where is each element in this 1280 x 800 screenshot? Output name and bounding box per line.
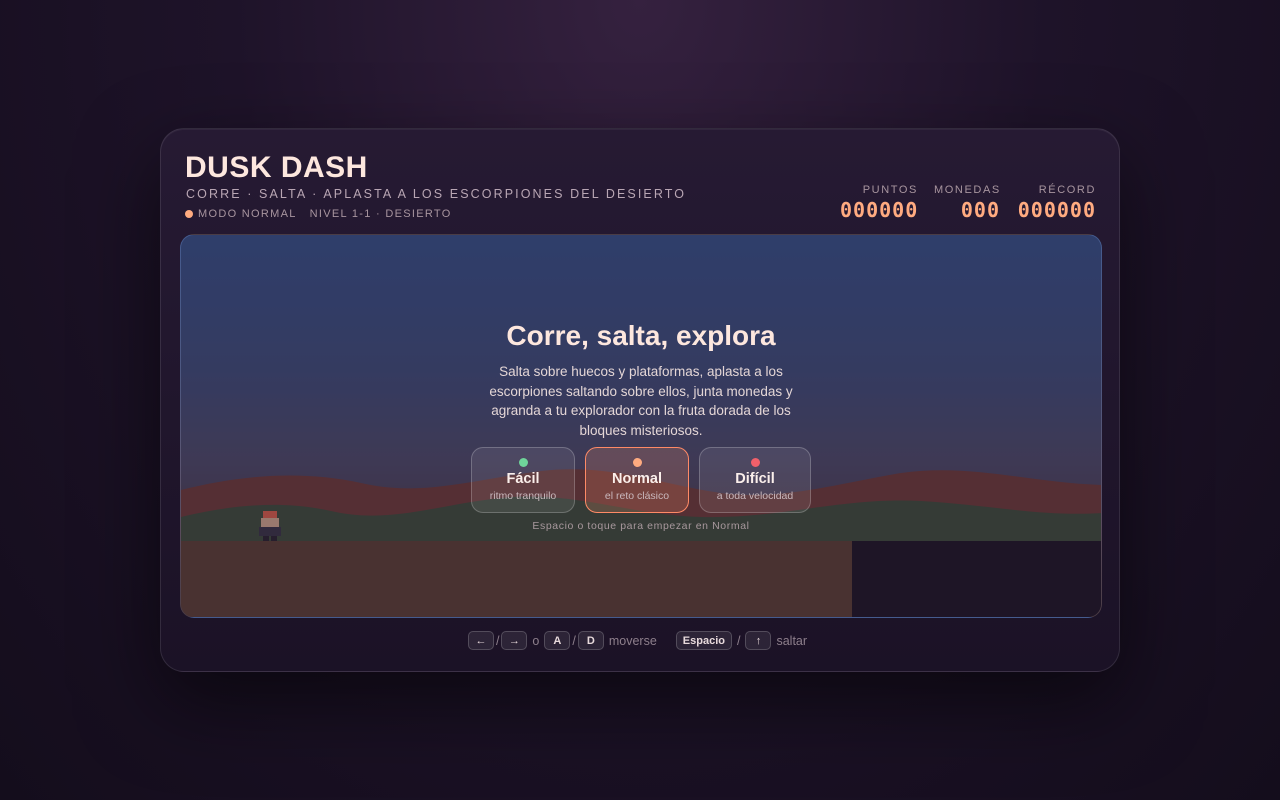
difficulty-easy-button[interactable]: Fácil ritmo tranquilo (471, 447, 575, 513)
hard-name: Difícil (735, 471, 775, 487)
level-label: NIVEL 1-1 · DESIERTO (309, 208, 452, 220)
game-card: DUSK DASH CORRE · SALTA · APLASTA A LOS … (160, 128, 1120, 672)
jump-label: saltar (776, 633, 808, 648)
record-label: RÉCORD (1038, 184, 1096, 196)
menu-headline: Corre, salta, explora (506, 320, 776, 351)
hard-dot-icon (750, 458, 760, 467)
game-subtitle: CORRE · SALTA · APLASTA A LOS ESCORPIONE… (186, 187, 687, 201)
record-stat: RÉCORD 000000 (1016, 184, 1096, 222)
normal-dot-icon (632, 458, 642, 467)
normal-name: Normal (612, 471, 662, 487)
mode-label: MODO NORMAL (198, 208, 297, 220)
easy-dot-icon (518, 458, 528, 467)
space-key-icon: Espacio (675, 631, 732, 650)
mode-indicator-dot (185, 210, 193, 218)
a-key-icon: A (544, 631, 571, 650)
normal-sub: el reto clásico (604, 490, 670, 502)
difficulty-normal-button[interactable]: Normal el reto clásico (585, 447, 689, 513)
coins-stat: MONEDAS 000 (934, 184, 1000, 222)
right-arrow-key-icon: → (501, 631, 528, 650)
up-arrow-key-icon: ↑ (745, 631, 772, 650)
coins-label: MONEDAS (934, 184, 1001, 196)
game-meta: MODO NORMAL NIVEL 1-1 · DESIERTO (185, 208, 452, 220)
left-arrow-key-icon: ← (467, 631, 494, 650)
difficulty-hard-button[interactable]: Difícil a toda velocidad (699, 447, 811, 513)
easy-sub: ritmo tranquilo (489, 490, 557, 502)
coins-value: 000 (960, 198, 1000, 222)
controls-legend: ← / → o A / D moverse Espacio / ↑ saltar (161, 631, 1119, 650)
start-hint: Espacio o toque para empezar en Normal (532, 520, 750, 532)
menu-description: Salta sobre huecos y plataformas, aplast… (489, 364, 793, 438)
game-stage[interactable]: Corre, salta, explora Salta sobre huecos… (180, 234, 1102, 618)
d-key-icon: D (577, 631, 604, 650)
move-label: moverse (608, 633, 657, 648)
hard-sub: a toda velocidad (716, 490, 794, 502)
record-value: 000000 (1017, 198, 1096, 222)
controls-or: o (532, 633, 540, 648)
score-stat: PUNTOS 000000 (840, 184, 918, 222)
score-label: PUNTOS (862, 184, 918, 196)
easy-name: Fácil (506, 471, 540, 487)
game-title: DUSK DASH (185, 151, 368, 184)
score-value: 000000 (840, 198, 919, 222)
